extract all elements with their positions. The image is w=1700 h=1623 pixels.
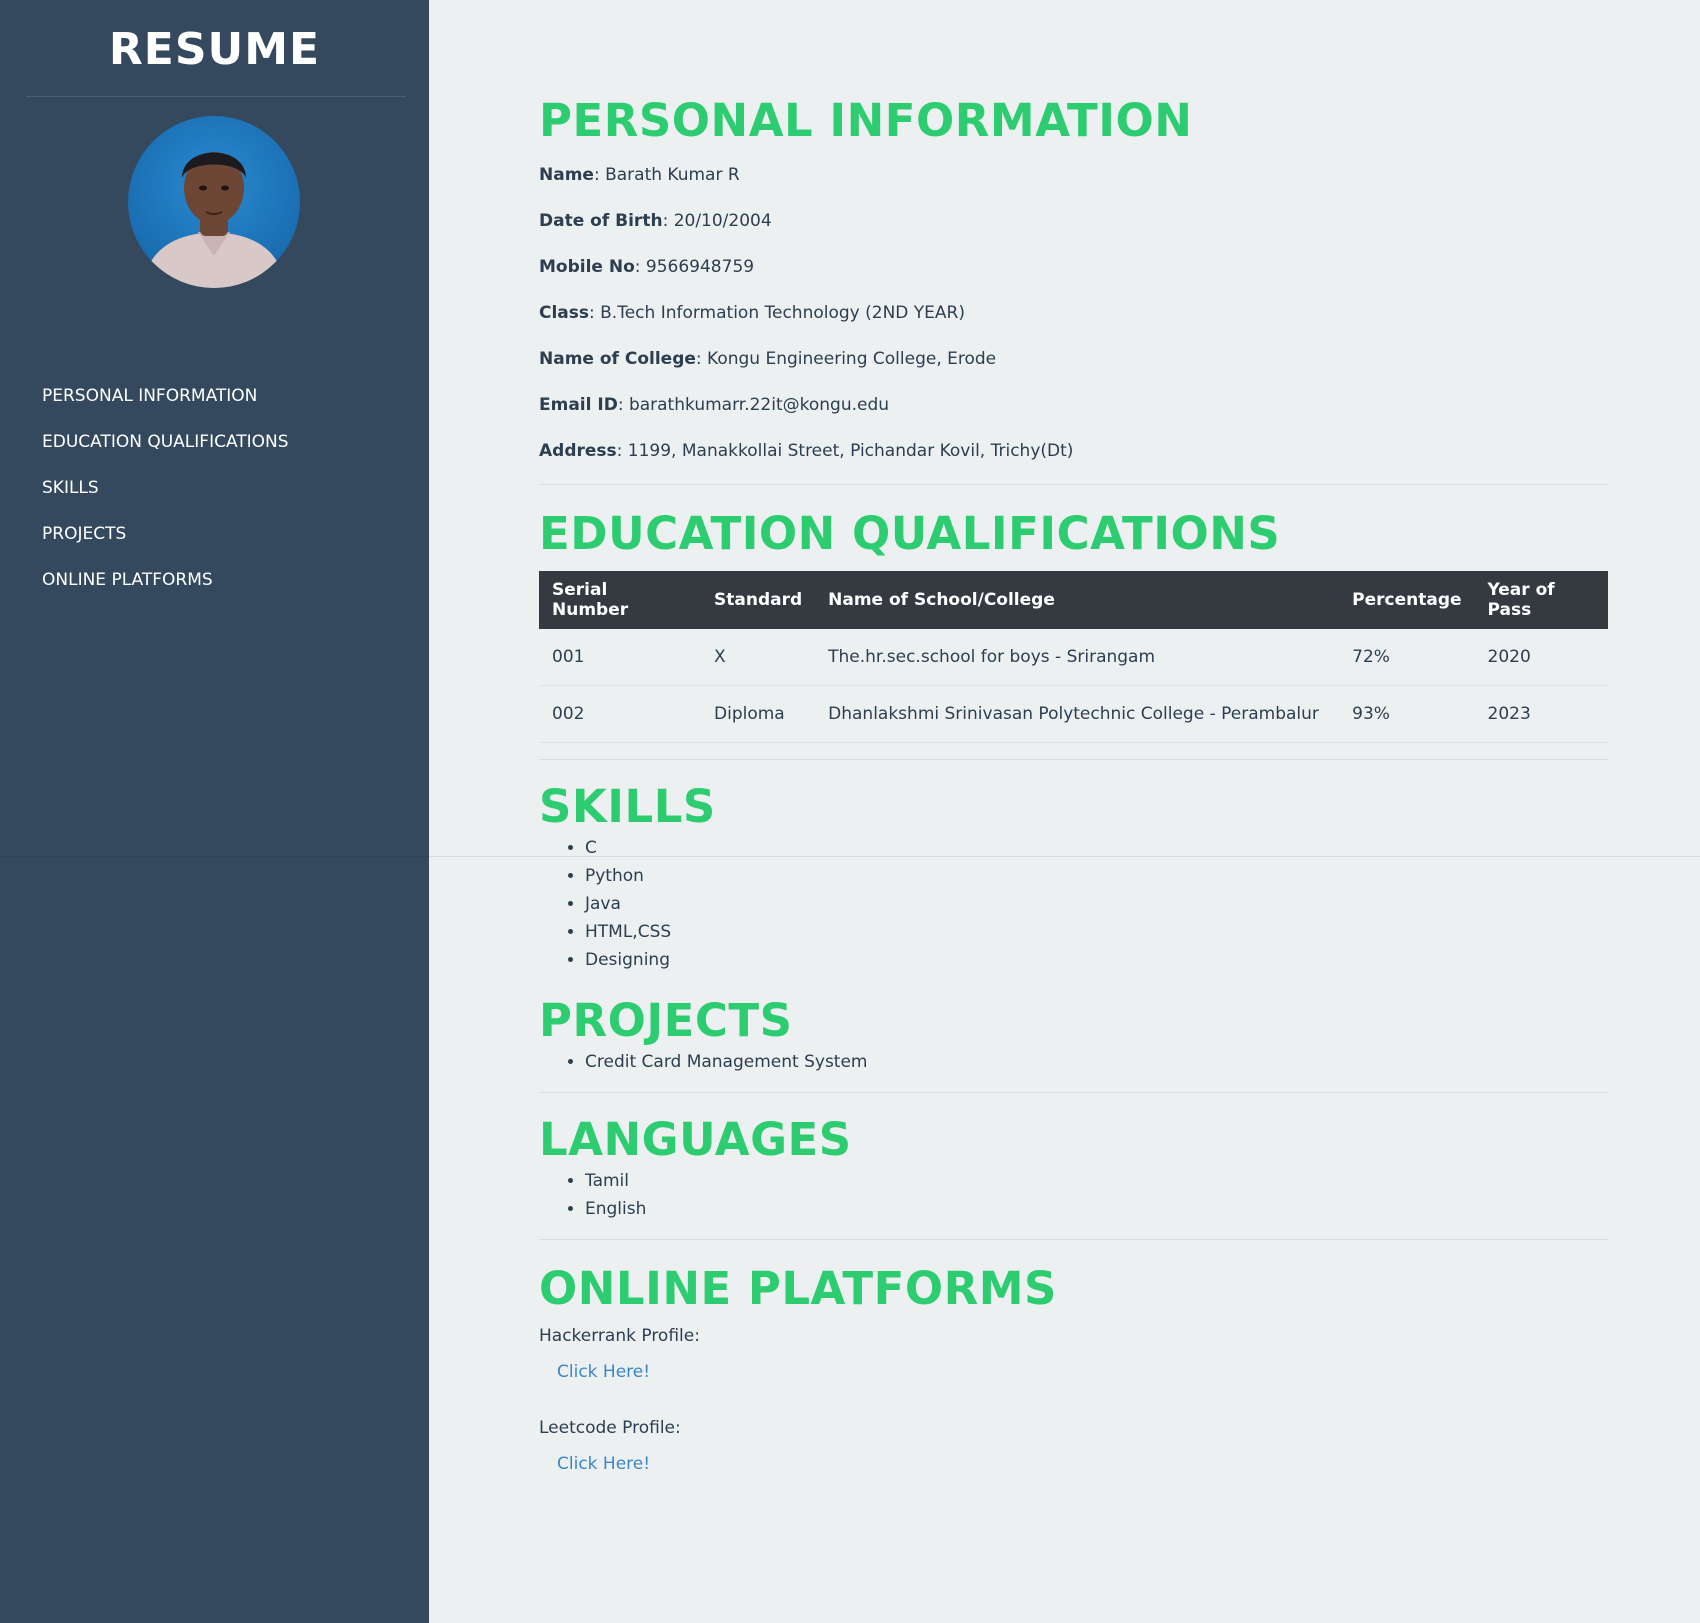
table-header-row: Serial Number Standard Name of School/Co… (539, 571, 1608, 629)
avatar (128, 116, 300, 288)
section-divider (539, 1092, 1608, 1093)
main-content: PERSONAL INFORMATION Name: Barath Kumar … (539, 90, 1608, 1502)
nav-link[interactable]: SKILLS (42, 478, 99, 498)
table-row: 002 Diploma Dhanlakshmi Srinivasan Polyt… (539, 685, 1608, 743)
skills-section: SKILLS C Python Java HTML,CSS Designing (539, 780, 1608, 974)
languages-list: Tamil English (539, 1167, 1608, 1223)
field-value: : 1199, Manakkollai Street, Pichandar Ko… (616, 441, 1074, 461)
table-cell: X (701, 629, 816, 686)
section-title-skills: SKILLS (539, 780, 716, 833)
column-header: Serial Number (539, 571, 701, 629)
section-title-languages: LANGUAGES (539, 1113, 852, 1166)
screenshot-seam (0, 856, 429, 857)
nav-link[interactable]: ONLINE PLATFORMS (42, 570, 213, 590)
list-item: Designing (585, 946, 1608, 974)
section-divider (539, 759, 1608, 760)
languages-section: LANGUAGES Tamil English (539, 1113, 1608, 1223)
info-line-email: Email ID: barathkumarr.22it@kongu.edu (539, 382, 1608, 428)
online-platforms-section: ONLINE PLATFORMS Hackerrank Profile: Cli… (539, 1260, 1608, 1502)
table-cell: 93% (1339, 685, 1475, 743)
nav-item-projects[interactable]: PROJECTS (42, 511, 289, 557)
field-label: Address (539, 441, 617, 461)
info-line-class: Class: B.Tech Information Technology (2N… (539, 290, 1608, 336)
projects-section: PROJECTS Credit Card Management System (539, 994, 1608, 1076)
table-cell: 72% (1339, 629, 1475, 686)
table-cell: The.hr.sec.school for boys - Srirangam (815, 629, 1340, 686)
field-value: : Barath Kumar R (593, 165, 740, 185)
brand-divider (26, 96, 406, 97)
field-label: Mobile No (539, 257, 635, 277)
nav-link[interactable]: PROJECTS (42, 524, 126, 544)
info-line-mobile: Mobile No: 9566948759 (539, 244, 1608, 290)
nav-item-personal-information[interactable]: PERSONAL INFORMATION (42, 373, 289, 419)
table-cell: 2023 (1474, 685, 1608, 743)
column-header: Standard (701, 571, 816, 629)
section-divider (539, 1239, 1608, 1240)
section-title-platforms: ONLINE PLATFORMS (539, 1262, 1057, 1315)
nav-link[interactable]: EDUCATION QUALIFICATIONS (42, 432, 289, 452)
list-item: Credit Card Management System (585, 1048, 1608, 1076)
education-table: Serial Number Standard Name of School/Co… (539, 571, 1608, 743)
info-line-college: Name of College: Kongu Engineering Colle… (539, 336, 1608, 382)
field-value: : 20/10/2004 (662, 211, 772, 231)
field-label: Class (539, 303, 590, 323)
section-title-projects: PROJECTS (539, 994, 793, 1047)
field-value: : barathkumarr.22it@kongu.edu (617, 395, 890, 415)
column-header: Year of Pass (1474, 571, 1608, 629)
nav-item-education-qualifications[interactable]: EDUCATION QUALIFICATIONS (42, 419, 289, 465)
leetcode-label: Leetcode Profile: (539, 1418, 681, 1438)
hackerrank-link[interactable]: Click Here! (539, 1354, 650, 1410)
nav-item-online-platforms[interactable]: ONLINE PLATFORMS (42, 557, 289, 603)
leetcode-link[interactable]: Click Here! (539, 1446, 650, 1502)
table-cell: Dhanlakshmi Srinivasan Polytechnic Colle… (815, 685, 1340, 743)
section-title-education: EDUCATION QUALIFICATIONS (539, 507, 1281, 560)
education-section: EDUCATION QUALIFICATIONS Serial Number S… (539, 505, 1608, 743)
column-header: Name of School/College (815, 571, 1340, 629)
table-row: 001 X The.hr.sec.school for boys - Srira… (539, 629, 1608, 686)
sidebar: RESUME PERSONAL INFORMATION EDUCATION QU… (0, 0, 429, 1623)
skills-list: C Python Java HTML,CSS Designing (539, 834, 1608, 974)
table-cell: 001 (539, 629, 701, 686)
profile-photo-icon (128, 116, 300, 288)
projects-list: Credit Card Management System (539, 1048, 1608, 1076)
nav-item-skills[interactable]: SKILLS (42, 465, 289, 511)
list-item: C (585, 834, 1608, 862)
section-divider (539, 484, 1608, 485)
list-item: HTML,CSS (585, 918, 1608, 946)
field-label: Name of College (539, 349, 696, 369)
info-line-name: Name: Barath Kumar R (539, 152, 1608, 198)
table-cell: 002 (539, 685, 701, 743)
list-item: English (585, 1195, 1608, 1223)
field-value: : B.Tech Information Technology (2ND YEA… (589, 303, 965, 323)
personal-information-section: PERSONAL INFORMATION Name: Barath Kumar … (539, 90, 1608, 474)
hackerrank-label: Hackerrank Profile: (539, 1326, 700, 1346)
field-value: : Kongu Engineering College, Erode (695, 349, 997, 369)
field-value: : 9566948759 (634, 257, 755, 277)
table-cell: Diploma (701, 685, 816, 743)
field-label: Date of Birth (539, 211, 663, 231)
list-item: Python (585, 862, 1608, 890)
field-label: Name (539, 165, 594, 185)
list-item: Tamil (585, 1167, 1608, 1195)
sidebar-nav: PERSONAL INFORMATION EDUCATION QUALIFICA… (42, 373, 289, 603)
field-label: Email ID (539, 395, 618, 415)
list-item: Java (585, 890, 1608, 918)
brand-title: RESUME (108, 24, 321, 75)
nav-link[interactable]: PERSONAL INFORMATION (42, 386, 257, 406)
column-header: Percentage (1339, 571, 1475, 629)
section-title-personal: PERSONAL INFORMATION (539, 94, 1193, 147)
table-cell: 2020 (1474, 629, 1608, 686)
info-line-dob: Date of Birth: 20/10/2004 (539, 198, 1608, 244)
info-line-address: Address: 1199, Manakkollai Street, Picha… (539, 428, 1608, 474)
